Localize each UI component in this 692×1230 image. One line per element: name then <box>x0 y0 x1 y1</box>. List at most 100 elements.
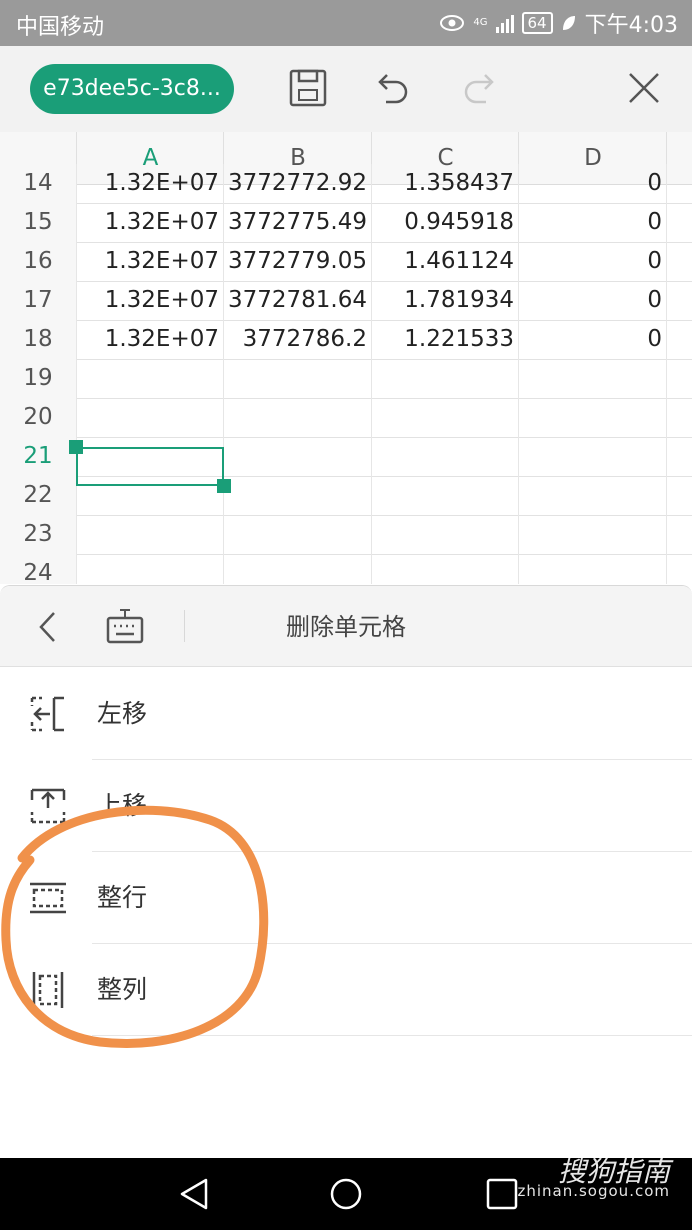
cell-b[interactable] <box>223 476 371 515</box>
cell-c[interactable] <box>371 476 518 515</box>
cell-d[interactable]: 0 <box>518 164 666 203</box>
panel-header: 删除单元格 <box>0 586 692 667</box>
entire-row-icon <box>30 882 66 914</box>
cell-b[interactable]: 3772786.2 <box>223 320 371 359</box>
panel-title: 删除单元格 <box>286 613 406 641</box>
cell-a[interactable]: 1.32E+07 <box>76 320 223 359</box>
cell-b[interactable] <box>223 554 371 584</box>
cell-c[interactable]: 1.358437 <box>371 164 518 203</box>
cell-e[interactable] <box>666 203 692 242</box>
row-header[interactable]: 14 <box>0 164 77 203</box>
selection-handle-bottom-right[interactable] <box>217 479 231 493</box>
cell-b[interactable]: 3772772.92 <box>223 164 371 203</box>
cell-c[interactable]: 1.221533 <box>371 320 518 359</box>
cell-d[interactable] <box>518 515 666 554</box>
shift-up-icon <box>30 788 66 824</box>
cell-e[interactable] <box>666 164 692 203</box>
option-label: 左移 <box>97 699 148 728</box>
status-bar: 中国移动 4G 64 下午4:03 <box>0 0 692 46</box>
table-row: 18 1.32E+07 3772786.2 1.221533 0 <box>0 320 692 360</box>
close-icon[interactable] <box>624 68 664 108</box>
cell-d[interactable] <box>518 554 666 584</box>
table-row: 20 <box>0 398 692 438</box>
row-header[interactable]: 17 <box>0 281 77 320</box>
row-header[interactable]: 24 <box>0 554 77 584</box>
cell-e[interactable] <box>666 476 692 515</box>
row-header[interactable]: 21 <box>0 437 77 476</box>
cell-c[interactable] <box>371 437 518 476</box>
table-row: 19 <box>0 359 692 399</box>
row-header[interactable]: 15 <box>0 203 77 242</box>
option-entire-row[interactable]: 整行 <box>0 852 692 944</box>
save-icon[interactable] <box>288 68 328 108</box>
cell-b[interactable] <box>223 515 371 554</box>
undo-icon[interactable] <box>372 68 412 108</box>
cell-e[interactable] <box>666 242 692 281</box>
cell-e[interactable] <box>666 515 692 554</box>
cell-b[interactable] <box>223 437 371 476</box>
nav-recents-icon[interactable] <box>484 1176 520 1212</box>
cell-d[interactable] <box>518 437 666 476</box>
cell-b[interactable] <box>223 359 371 398</box>
option-label: 整列 <box>97 975 148 1004</box>
selection-handle-top-left[interactable] <box>69 440 83 454</box>
option-entire-column[interactable]: 整列 <box>0 944 692 1036</box>
navigation-bar: 搜狗指南 zhinan.sogou.com <box>0 1155 692 1230</box>
cell-e[interactable] <box>666 437 692 476</box>
table-row: 15 1.32E+07 3772775.49 0.945918 0 <box>0 203 692 243</box>
row-header[interactable]: 18 <box>0 320 77 359</box>
redo-icon[interactable] <box>460 68 500 108</box>
cell-b[interactable]: 3772781.64 <box>223 281 371 320</box>
cell-c[interactable]: 1.461124 <box>371 242 518 281</box>
cell-c[interactable] <box>371 359 518 398</box>
row-header[interactable]: 22 <box>0 476 77 515</box>
cell-e[interactable] <box>666 320 692 359</box>
option-shift-up[interactable]: 上移 <box>0 760 692 852</box>
cell-d[interactable]: 0 <box>518 203 666 242</box>
file-name-button[interactable]: e73dee5c-3c8... <box>30 64 234 114</box>
cell-d[interactable] <box>518 359 666 398</box>
cell-a[interactable]: 1.32E+07 <box>76 203 223 242</box>
cell-d[interactable] <box>518 398 666 437</box>
cell-a[interactable] <box>76 398 223 437</box>
cell-b[interactable]: 3772775.49 <box>223 203 371 242</box>
shift-left-icon <box>30 696 64 732</box>
cell-b[interactable] <box>223 398 371 437</box>
row-header[interactable]: 23 <box>0 515 77 554</box>
carrier-label: 中国移动 <box>16 15 105 40</box>
cell-c[interactable]: 0.945918 <box>371 203 518 242</box>
cell-a[interactable]: 1.32E+07 <box>76 281 223 320</box>
cell-e[interactable] <box>666 281 692 320</box>
cell-d[interactable] <box>518 476 666 515</box>
cell-c[interactable]: 1.781934 <box>371 281 518 320</box>
nav-home-icon[interactable] <box>328 1176 364 1212</box>
cell-c[interactable] <box>371 554 518 584</box>
entire-column-icon <box>32 972 64 1008</box>
cell-d[interactable]: 0 <box>518 242 666 281</box>
row-header[interactable]: 20 <box>0 398 77 437</box>
selected-cell-a21[interactable] <box>76 447 224 486</box>
eye-icon <box>440 15 465 31</box>
spreadsheet-grid[interactable]: A B C D 14 1.32E+07 3772772.92 1.358437 0 15 1… <box>0 132 692 584</box>
cell-a[interactable]: 1.32E+07 <box>76 164 223 203</box>
watermark-url: zhinan.sogou.com <box>517 1182 670 1200</box>
cell-e[interactable] <box>666 359 692 398</box>
status-icons: 4G 64 下午4:03 <box>439 7 678 39</box>
cell-a[interactable] <box>76 554 223 584</box>
cell-a[interactable]: 1.32E+07 <box>76 242 223 281</box>
cell-a[interactable] <box>76 359 223 398</box>
cell-d[interactable]: 0 <box>518 320 666 359</box>
row-header[interactable]: 19 <box>0 359 77 398</box>
cell-a[interactable] <box>76 515 223 554</box>
table-row: 24 <box>0 554 692 584</box>
cell-d[interactable]: 0 <box>518 281 666 320</box>
cell-b[interactable]: 3772779.05 <box>223 242 371 281</box>
cell-c[interactable] <box>371 398 518 437</box>
table-row: 23 <box>0 515 692 555</box>
cell-c[interactable] <box>371 515 518 554</box>
cell-e[interactable] <box>666 554 692 584</box>
option-shift-left[interactable]: 左移 <box>0 668 692 760</box>
row-header[interactable]: 16 <box>0 242 77 281</box>
nav-back-icon[interactable] <box>176 1176 212 1212</box>
cell-e[interactable] <box>666 398 692 437</box>
